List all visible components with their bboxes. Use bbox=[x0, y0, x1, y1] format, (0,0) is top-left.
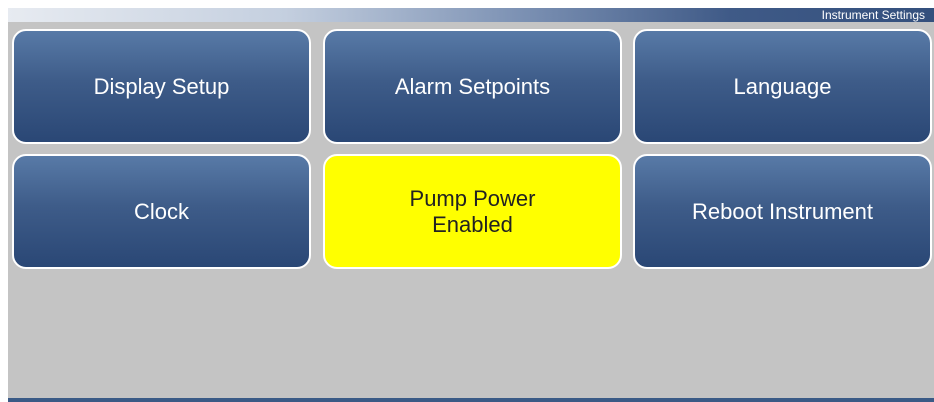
alarm-setpoints-label: Alarm Setpoints bbox=[394, 73, 551, 99]
screen-title: Instrument Settings bbox=[821, 8, 925, 22]
language-button[interactable]: Language bbox=[633, 29, 932, 144]
clock-button[interactable]: Clock bbox=[12, 154, 311, 269]
reboot-instrument-label: Reboot Instrument bbox=[692, 198, 873, 224]
bottom-divider bbox=[8, 398, 934, 402]
language-label: Language bbox=[733, 73, 832, 99]
pump-power-label-group: Pump Power Enabled bbox=[410, 186, 536, 238]
instrument-settings-screen: Instrument Settings Display Setup Alarm … bbox=[8, 8, 934, 402]
display-setup-button[interactable]: Display Setup bbox=[12, 29, 311, 144]
title-bar: Instrument Settings bbox=[8, 8, 934, 22]
alarm-setpoints-button[interactable]: Alarm Setpoints bbox=[323, 29, 622, 144]
pump-power-state: Enabled bbox=[432, 211, 513, 237]
display-setup-label: Display Setup bbox=[93, 73, 230, 99]
pump-power-toggle-button[interactable]: Pump Power Enabled bbox=[323, 154, 622, 269]
clock-label: Clock bbox=[133, 198, 189, 224]
pump-power-label: Pump Power bbox=[409, 185, 536, 211]
reboot-instrument-button[interactable]: Reboot Instrument bbox=[633, 154, 932, 269]
settings-button-grid: Display Setup Alarm Setpoints Language C… bbox=[8, 22, 934, 282]
